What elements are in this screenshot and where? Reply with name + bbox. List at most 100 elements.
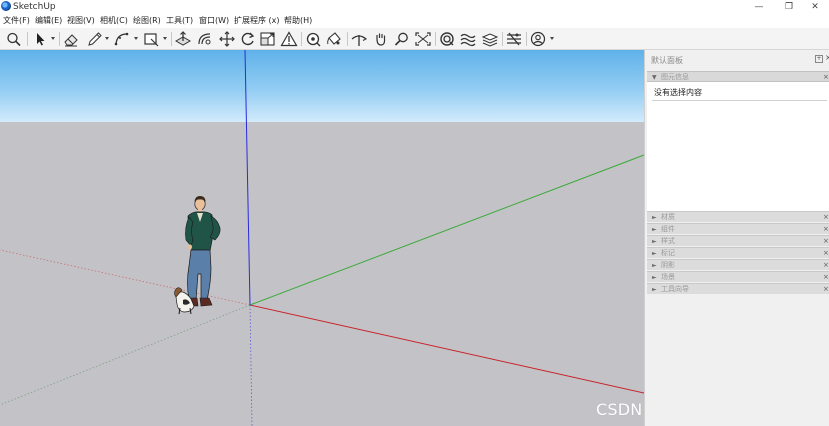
chevron-right-icon: ►: [652, 226, 657, 233]
green-axis: [249, 154, 644, 306]
toolbar: [0, 28, 829, 50]
sketchup-logo-icon: [1, 1, 11, 11]
menu-bar: 文件(F) 编辑(E) 视图(V) 相机(C) 绘图(R) 工具(T) 窗口(W…: [0, 14, 829, 28]
toolbar-separator: [526, 32, 527, 46]
layout-icon[interactable]: [481, 31, 499, 47]
scale-figure-person[interactable]: [185, 196, 221, 307]
panel-shadows-header[interactable]: ► 阴影 ×: [647, 259, 829, 270]
model-viewport[interactable]: [0, 50, 644, 426]
close-icon[interactable]: ×: [823, 212, 829, 222]
menu-file[interactable]: 文件(F): [3, 14, 30, 28]
toolbar-separator: [171, 32, 172, 46]
close-button[interactable]: ✕: [800, 0, 829, 14]
toolbar-separator: [435, 32, 436, 46]
chevron-right-icon: ►: [652, 274, 657, 281]
eraser-icon[interactable]: [62, 31, 80, 47]
chevron-right-icon: ►: [652, 250, 657, 257]
menu-extensions[interactable]: 扩展程序 (x): [234, 14, 280, 28]
chevron-down-icon[interactable]: [134, 37, 138, 40]
toolbar-separator: [27, 32, 28, 46]
panel-label: 样式: [661, 237, 675, 245]
panel-label: 工具向导: [661, 285, 689, 293]
toolbar-separator: [59, 32, 60, 46]
select-arrow-icon[interactable]: [31, 31, 49, 47]
default-tray: 默认面板 + × ▼ 图元信息 × 没有选择内容 ► 材质 × ► 组件 × ►…: [644, 50, 829, 426]
blue-axis: [244, 50, 251, 306]
panel-label: 标记: [661, 249, 675, 257]
tape-measure-icon[interactable]: [304, 31, 322, 47]
close-icon[interactable]: ×: [823, 236, 829, 246]
push-pull-icon[interactable]: [174, 31, 192, 47]
close-icon[interactable]: ×: [823, 272, 829, 282]
panel-entity-info-body: 没有选择内容: [647, 82, 829, 211]
chevron-right-icon: ►: [652, 262, 657, 269]
pin-icon[interactable]: +: [815, 55, 823, 63]
account-icon[interactable]: [529, 31, 547, 47]
toolbar-separator: [301, 32, 302, 46]
red-axis: [249, 304, 644, 394]
rectangle-icon[interactable]: [142, 31, 160, 47]
menu-window[interactable]: 窗口(W): [199, 14, 229, 28]
tray-header: 默认面板 + ×: [645, 50, 829, 70]
title-bar: SketchUp — ❐ ✕: [0, 0, 829, 14]
window-title: SketchUp: [13, 2, 56, 12]
divider: [652, 100, 827, 101]
chevron-down-icon: ▼: [652, 74, 657, 81]
no-selection-text: 没有选择内容: [654, 88, 702, 97]
chevron-right-icon: ►: [652, 286, 657, 293]
rotate-icon[interactable]: [239, 31, 257, 47]
zoom-extents-icon[interactable]: [414, 31, 432, 47]
menu-tools[interactable]: 工具(T): [166, 14, 193, 28]
3d-warehouse-icon[interactable]: [438, 31, 456, 47]
close-icon[interactable]: ×: [823, 224, 829, 234]
pencil-line-icon[interactable]: [86, 31, 104, 47]
panel-materials-header[interactable]: ► 材质 ×: [647, 211, 829, 222]
tray-title: 默认面板: [651, 56, 683, 65]
green-axis-negative: [0, 304, 251, 406]
panel-label: 阴影: [661, 261, 675, 269]
chevron-right-icon: ►: [652, 238, 657, 245]
panel-entity-info-header[interactable]: ▼ 图元信息 ×: [647, 71, 829, 82]
panel-components-header[interactable]: ► 组件 ×: [647, 223, 829, 234]
toolbar-separator: [502, 32, 503, 46]
arc-icon[interactable]: [113, 31, 131, 47]
toolbar-separator: [347, 32, 348, 46]
follow-me-icon[interactable]: [280, 31, 298, 47]
chevron-down-icon[interactable]: [105, 37, 109, 40]
menu-edit[interactable]: 编辑(E): [35, 14, 62, 28]
minimize-button[interactable]: —: [744, 0, 774, 14]
zoom-icon[interactable]: [393, 31, 411, 47]
close-icon[interactable]: ×: [823, 260, 829, 270]
scale-icon[interactable]: [259, 31, 277, 47]
menu-help[interactable]: 帮助(H): [284, 14, 312, 28]
axes-scene: [0, 50, 644, 426]
move-icon[interactable]: [218, 31, 236, 47]
chevron-down-icon[interactable]: [163, 37, 167, 40]
offset-icon[interactable]: [196, 31, 214, 47]
panel-label: 场景: [661, 273, 675, 281]
panel-label: 材质: [661, 213, 675, 221]
menu-camera[interactable]: 相机(C): [100, 14, 128, 28]
extension-manager-icon[interactable]: [505, 31, 523, 47]
chevron-down-icon[interactable]: [550, 37, 554, 40]
red-axis-negative: [0, 249, 251, 306]
panel-styles-header[interactable]: ► 样式 ×: [647, 235, 829, 246]
menu-view[interactable]: 视图(V): [67, 14, 95, 28]
paint-bucket-icon[interactable]: [325, 31, 343, 47]
pan-icon[interactable]: [372, 31, 390, 47]
panel-tags-header[interactable]: ► 标记 ×: [647, 247, 829, 258]
close-icon[interactable]: ×: [823, 284, 829, 294]
panel-scenes-header[interactable]: ► 场景 ×: [647, 271, 829, 282]
orbit-icon[interactable]: [350, 31, 368, 47]
menu-draw[interactable]: 绘图(R): [133, 14, 161, 28]
chevron-right-icon: ►: [652, 214, 657, 221]
panel-label: 图元信息: [661, 73, 689, 81]
tray-close-icon[interactable]: ×: [825, 53, 829, 62]
chevron-down-icon[interactable]: [51, 37, 55, 40]
extension-warehouse-icon[interactable]: [459, 31, 477, 47]
panel-instructor-header[interactable]: ► 工具向导 ×: [647, 283, 829, 294]
close-icon[interactable]: ×: [823, 72, 829, 82]
close-icon[interactable]: ×: [823, 248, 829, 258]
search-icon[interactable]: [5, 31, 23, 47]
blue-axis-negative: [249, 304, 253, 426]
